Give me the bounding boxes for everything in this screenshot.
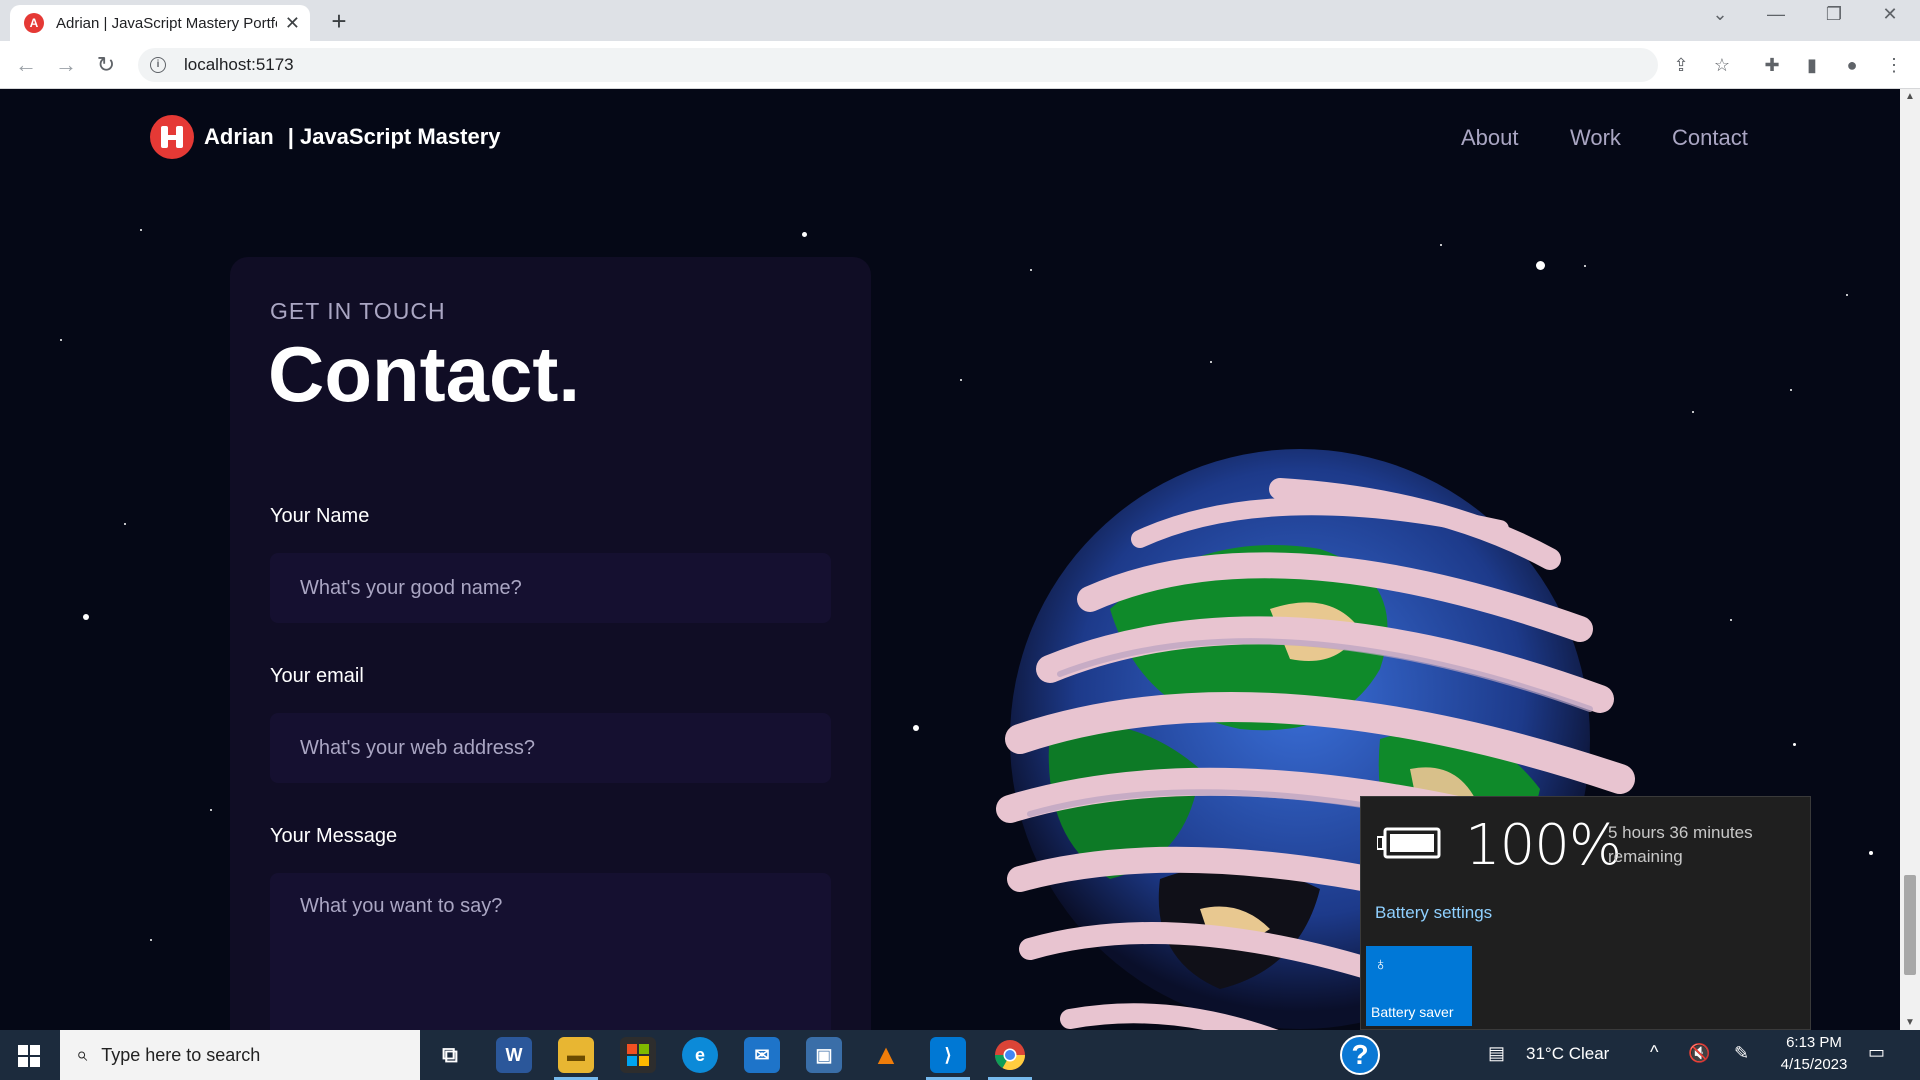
share-icon[interactable]: ⇪ [1669,53,1693,77]
scroll-down-arrow-icon[interactable]: ▼ [1905,1017,1915,1028]
nav-link-about[interactable]: About [1461,125,1519,151]
weather-text[interactable]: 31°C Clear [1526,1044,1609,1064]
name-input[interactable]: What's your good name? [270,553,831,623]
battery-settings-link[interactable]: Battery settings [1375,903,1492,923]
pen-icon[interactable]: ✎ [1734,1043,1749,1064]
star [1790,389,1792,391]
logo-icon[interactable] [150,115,194,159]
star [1793,743,1796,746]
star [60,339,62,341]
scroll-thumb[interactable] [1904,875,1916,975]
close-window-button[interactable]: ✕ [1870,4,1910,25]
star [913,725,919,731]
help-icon[interactable]: ? [1340,1035,1380,1075]
clock-time[interactable]: 6:13 PM [1778,1034,1850,1051]
site-navbar: Adrian | JavaScript Mastery About Work Co… [150,115,1750,161]
clock-date[interactable]: 4/15/2023 [1774,1056,1854,1073]
new-tab-button[interactable]: + [324,6,354,36]
profile-avatar-icon[interactable]: ● [1840,53,1864,77]
star [1030,269,1032,271]
star [802,232,807,237]
address-bar[interactable]: i localhost:5173 [138,48,1658,82]
browser-toolbar: ← → ↻ i localhost:5173 ⇪ ☆ ✚ ▮ ● ⋮ [0,41,1920,89]
windows-start-icon[interactable] [18,1045,40,1067]
close-tab-icon[interactable]: ✕ [285,13,300,34]
restore-button[interactable]: ❐ [1814,4,1854,25]
battery-remaining: 5 hours 36 minutes remaining [1608,823,1753,866]
brand-name: Adrian [204,124,274,149]
battery-icon [1377,827,1441,859]
reload-icon[interactable]: ↻ [92,51,120,79]
email-label: Your email [270,665,364,687]
site-info-icon[interactable]: i [150,57,166,73]
battery-flyout: 100% 5 hours 36 minutes remaining Batter… [1360,796,1811,1030]
nav-link-work[interactable]: Work [1570,125,1621,151]
volume-muted-icon[interactable]: 🔇 [1688,1043,1710,1064]
star [1692,411,1694,413]
nav-link-contact[interactable]: Contact [1672,125,1748,151]
file-explorer-icon[interactable]: ▬ [558,1037,594,1073]
browser-tab[interactable]: A Adrian | JavaScript Mastery Portfolio … [10,5,310,41]
section-heading: Contact. [268,330,580,418]
tab-title: Adrian | JavaScript Mastery Portfolio [56,14,277,32]
brand-title[interactable]: Adrian | JavaScript Mastery [204,124,501,150]
tab-favicon-icon: A [24,13,44,33]
section-subtitle: GET IN TOUCH [270,298,446,324]
name-label: Your Name [270,505,370,527]
side-panel-icon[interactable]: ▮ [1800,53,1824,77]
task-view-icon[interactable]: ⧉ [432,1037,468,1073]
brand-suffix: | JavaScript Mastery [287,124,501,149]
menu-kebab-icon[interactable]: ⋮ [1882,53,1906,77]
url-text: localhost:5173 [184,55,294,74]
scroll-up-arrow-icon[interactable]: ▲ [1905,91,1915,102]
email-input[interactable]: What's your web address? [270,713,831,783]
battery-saver-toggle[interactable]: ♁ Battery saver [1366,946,1472,1026]
star [1440,244,1442,246]
battery-saver-label: Battery saver [1371,1004,1454,1020]
store-grid-icon [627,1044,649,1066]
chrome-logo-icon [995,1040,1025,1071]
bookmark-star-icon[interactable]: ☆ [1710,53,1734,77]
mail-icon[interactable]: ✉ [744,1037,780,1073]
word-icon[interactable]: W [496,1037,532,1073]
remote-desktop-icon[interactable]: ▣ [806,1037,842,1073]
star [1730,619,1732,621]
forward-arrow-icon[interactable]: → [52,51,80,79]
browser-tab-bar: A Adrian | JavaScript Mastery Portfolio … [0,0,1920,41]
extensions-icon[interactable]: ✚ [1760,53,1784,77]
leaf-icon: ♁ [1374,954,1388,974]
chrome-icon[interactable] [992,1037,1028,1073]
back-arrow-icon[interactable]: ← [12,51,40,79]
weather-icon[interactable]: ▤ [1488,1043,1505,1064]
star [124,523,126,525]
star [1584,265,1586,267]
star [150,939,152,941]
search-icon: ⌕ [76,1043,88,1066]
star [1846,294,1848,296]
page-scrollbar[interactable]: ▲ ▼ [1900,89,1920,1030]
star [140,229,142,231]
vscode-icon[interactable]: ⟩ [930,1037,966,1073]
search-placeholder: Type here to search [101,1044,261,1065]
chevron-up-icon[interactable]: ^ [1650,1042,1658,1063]
notifications-icon[interactable]: ▭ [1868,1042,1885,1063]
minimize-button[interactable]: — [1756,4,1796,25]
star [1210,361,1212,363]
store-icon[interactable] [620,1037,656,1073]
vlc-icon[interactable]: ▲ [868,1037,904,1073]
battery-percent: 100% [1465,813,1622,878]
star [1869,851,1873,855]
taskbar-search-input[interactable]: ⌕ Type here to search [60,1030,420,1080]
star [210,809,212,811]
star [83,614,89,620]
edge-icon[interactable]: e [682,1037,718,1073]
star [1536,261,1545,270]
message-label: Your Message [270,825,398,847]
contact-card: GET IN TOUCH Contact. Your Name What's y… [230,257,871,1030]
tab-search-icon[interactable]: ⌄ [1700,4,1740,25]
windows-taskbar: ⌕ Type here to search ⧉ W ▬ e ✉ ▣ ▲ ⟩ ? … [0,1030,1920,1080]
star [960,379,962,381]
message-textarea[interactable]: What you want to say? [270,873,831,1030]
